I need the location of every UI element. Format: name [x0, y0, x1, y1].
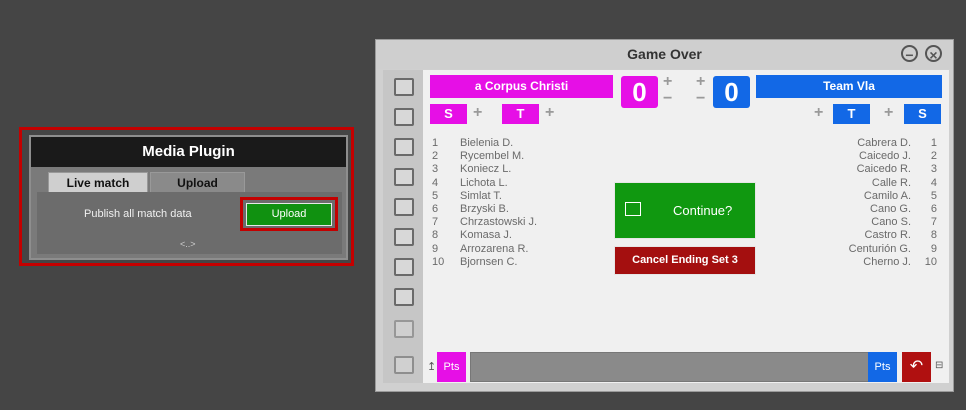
home-s-plus[interactable]: + — [473, 104, 482, 122]
home-pts-button[interactable]: Pts — [437, 352, 466, 382]
minimize-icon[interactable]: − — [901, 45, 918, 63]
player-row[interactable]: 5 Simlat T. — [432, 190, 537, 203]
away-team-name[interactable]: Team Vla — [756, 75, 942, 98]
copy-icon[interactable] — [394, 356, 414, 374]
exit-icon[interactable] — [394, 288, 414, 306]
player-row[interactable]: Cano G. 6 — [849, 203, 937, 216]
match-area: a Corpus Christi 0 + − S + T + + − 0 Tea… — [423, 70, 949, 383]
away-score-plus[interactable]: + — [696, 73, 705, 91]
cancel-ending-set-button[interactable]: Cancel Ending Set 3 — [614, 246, 756, 275]
layout-icon[interactable]: ⊟ — [935, 360, 943, 371]
save-disk-icon[interactable] — [394, 258, 414, 276]
table-icon — [625, 202, 641, 216]
player-row[interactable]: 3 Koniecz L. — [432, 163, 537, 176]
publish-description: Publish all match data — [84, 208, 192, 220]
player-row[interactable]: 9 Arrozarena R. — [432, 243, 537, 256]
player-row[interactable]: 4 Lichota L. — [432, 177, 537, 190]
away-pts-button[interactable]: Pts — [868, 352, 897, 382]
player-row[interactable]: 2 Rycembel M. — [432, 150, 537, 163]
print-icon[interactable] — [394, 168, 414, 186]
resize-grip[interactable]: <..> — [180, 239, 196, 249]
player-row[interactable]: Cabrera D. 1 — [849, 137, 937, 150]
player-row[interactable]: Calle R. 4 — [849, 177, 937, 190]
save-icon[interactable] — [394, 228, 414, 246]
media-plugin-title: Media Plugin — [31, 137, 346, 167]
player-row[interactable]: 7 Chrzastowski J. — [432, 216, 537, 229]
tab-live-match[interactable]: Live match — [48, 172, 148, 193]
up-arrow-icon[interactable]: ↥ — [427, 360, 436, 373]
tool-sidebar — [383, 70, 423, 383]
player-row[interactable]: Castro R. 8 — [849, 229, 937, 242]
home-score-plus[interactable]: + — [663, 73, 672, 91]
home-score-minus[interactable]: − — [663, 90, 672, 108]
upload-button[interactable]: Upload — [246, 203, 332, 226]
points-bar[interactable] — [470, 352, 870, 382]
player-row[interactable]: 8 Komasa J. — [432, 229, 537, 242]
player-row[interactable]: Caicedo J. 2 — [849, 150, 937, 163]
documents-icon[interactable] — [394, 108, 414, 126]
home-team-name[interactable]: a Corpus Christi — [430, 75, 613, 98]
away-t-plus[interactable]: + — [814, 104, 823, 122]
sort-icon[interactable] — [394, 320, 414, 338]
player-row[interactable]: Camilo A. 5 — [849, 190, 937, 203]
continue-label: Continue? — [673, 203, 733, 218]
continue-button[interactable]: Continue? — [614, 182, 756, 239]
window-title: Game Over — [376, 40, 953, 69]
close-icon[interactable]: × — [925, 45, 942, 63]
media-plugin-panel: Media Plugin Live match Upload Publish a… — [29, 135, 348, 260]
game-over-window: Game Over − × a Corpus Christi 0 + − S +… — [375, 39, 954, 392]
player-row[interactable]: Centurión G. 9 — [849, 243, 937, 256]
away-s-button[interactable]: S — [904, 104, 941, 124]
home-roster: 1 Bielenia D. 2 Rycembel M. 3 Koniecz L. 4L… — [432, 137, 537, 269]
away-t-button[interactable]: T — [833, 104, 870, 124]
away-score-minus[interactable]: − — [696, 90, 705, 108]
home-t-button[interactable]: T — [502, 104, 539, 124]
home-s-button[interactable]: S — [430, 104, 467, 124]
home-t-plus[interactable]: + — [545, 104, 554, 122]
import-icon[interactable] — [394, 198, 414, 216]
player-row[interactable]: Cherno J. 10 — [849, 256, 937, 269]
player-row[interactable]: 6 Brzyski B. — [432, 203, 537, 216]
home-score: 0 — [621, 76, 658, 108]
player-row[interactable]: 1 Bielenia D. — [432, 137, 537, 150]
away-score: 0 — [713, 76, 750, 108]
away-s-plus[interactable]: + — [884, 104, 893, 122]
undo-button[interactable]: ↶ — [902, 352, 931, 382]
player-row[interactable]: 10 Bjornsen C. — [432, 256, 537, 269]
table-icon[interactable] — [394, 78, 414, 96]
media-plugin-body: Publish all match data Upload <..> — [37, 192, 342, 254]
away-roster: Cabrera D. 1 Caicedo J. 2 Caicedo R. 3 Call… — [849, 137, 937, 269]
player-row[interactable]: Caicedo R. 3 — [849, 163, 937, 176]
player-row[interactable]: Cano S. 7 — [849, 216, 937, 229]
tab-upload[interactable]: Upload — [150, 172, 245, 193]
grid-icon[interactable] — [394, 138, 414, 156]
